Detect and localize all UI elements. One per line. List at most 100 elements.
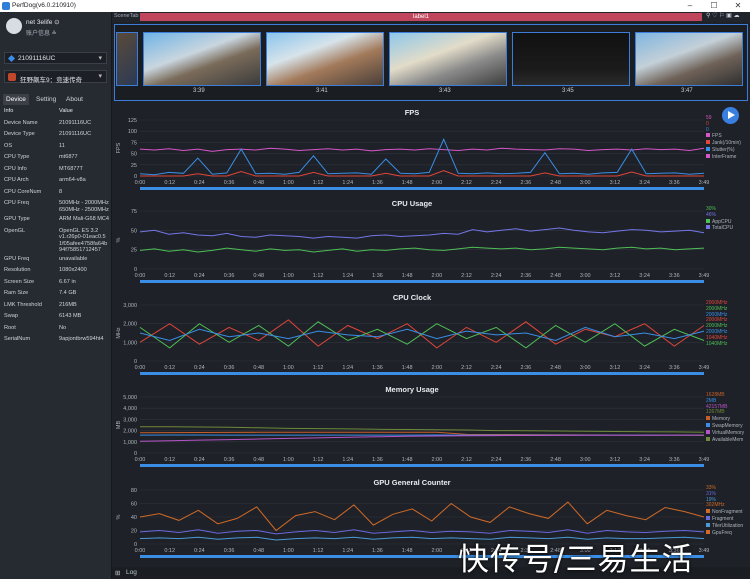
header-info: Info — [4, 108, 14, 114]
legend-item[interactable]: VirtualMemory — [706, 429, 745, 437]
row-value: ARM Mali-G68 MC4 — [59, 216, 110, 222]
table-row: CPU Arch arm64-v8a — [0, 175, 112, 187]
scene-bar: SceneTab label1 ⚲ ♡ ⚐ ▣ ☁ — [112, 12, 750, 22]
screenshot-strip[interactable]: 3:39 3:41 3:43 3:45 3:47 — [114, 24, 748, 101]
account-info-link[interactable]: 账户信息 ≗ — [26, 28, 57, 37]
screenshot-thumb[interactable] — [635, 32, 743, 86]
x-tick-label: 1:36 — [372, 273, 383, 279]
legend-item[interactable]: InterFrame — [706, 153, 741, 161]
device-select[interactable]: 21091116UC ▾ — [4, 52, 107, 64]
table-row: Device Name 21091116UC — [0, 118, 112, 130]
legend-item[interactable]: FPS — [706, 133, 741, 140]
time-range-slider[interactable] — [140, 280, 704, 283]
header-value: Value — [59, 108, 73, 114]
avatar[interactable] — [6, 18, 22, 34]
legend-item[interactable]: AppCPU — [706, 218, 733, 226]
screenshot-thumb[interactable] — [143, 32, 261, 86]
legend-swatch — [706, 422, 710, 427]
x-tick-label: 2:24 — [491, 273, 502, 279]
x-tick-label: 3:24 — [639, 457, 650, 463]
legend-item[interactable]: NonFragment — [706, 509, 743, 516]
screenshot-thumb[interactable] — [389, 32, 507, 86]
time-range-slider[interactable] — [140, 464, 704, 467]
x-tick-label: 2:12 — [461, 180, 472, 186]
legend-label: Jank(/10min) — [712, 140, 741, 147]
legend-label: VirtualMemory — [712, 429, 745, 436]
tab-device[interactable]: Device — [3, 94, 29, 105]
legend-item[interactable]: SwapMemory — [706, 422, 744, 430]
row-value: mt6877 — [59, 154, 78, 160]
x-tick-label: 0:00 — [135, 548, 146, 554]
legend-swatch — [706, 140, 710, 145]
x-tick-label: 2:36 — [521, 273, 532, 279]
row-value: 216MB — [59, 301, 77, 308]
x-tick-label: 3:12 — [610, 457, 621, 463]
legend-item[interactable]: TotalCPU — [706, 225, 733, 232]
screenshot-thumb[interactable] — [116, 32, 138, 86]
time-range-slider[interactable] — [140, 372, 704, 375]
screenshot-time: 3:39 — [193, 88, 205, 94]
x-tick-label: 1:00 — [283, 548, 294, 554]
maximize-button[interactable]: ☐ — [702, 0, 726, 12]
y-tick-label: 2,000 — [123, 429, 137, 435]
x-tick-label: 1:12 — [313, 457, 324, 463]
x-tick-label: 1:24 — [342, 548, 353, 554]
x-tick-label: 2:00 — [431, 365, 442, 371]
x-tick-label: 3:49 — [699, 365, 710, 371]
table-row: Swap 6143 MB — [0, 311, 112, 323]
x-tick-label: 1:36 — [372, 548, 383, 554]
legend-label: SwapMemory — [712, 422, 743, 429]
legend-label: Fragment — [712, 515, 734, 522]
window-title: PerfDog(v6.0.210910) — [12, 2, 76, 9]
legend-swatch — [706, 529, 710, 534]
chart-legend: 59 0 0 FPS Jank(/10min) Stutter(%) InterFrame — [706, 115, 741, 161]
row-key: Swap — [4, 313, 18, 319]
android-device-icon — [7, 54, 16, 63]
log-toggle-icon[interactable]: ⊞ — [115, 569, 120, 577]
y-tick-label: 3,000 — [123, 303, 137, 309]
x-tick-label: 0:36 — [224, 365, 235, 371]
chart-legend: 2000MHz 2000MHz 2000MHz 2000MHz 2000MHz 2000M… — [706, 300, 727, 347]
legend-swatch — [706, 515, 710, 520]
chart-legend: 1628MB 2MB 42157MB 1267MB Memory SwapMemory Vi… — [706, 392, 745, 444]
chart-svg: 0255075%0:00 0:12 0:24 0:36 0:48 1:00 1:12 1:24… — [116, 209, 709, 283]
series-line — [139, 227, 705, 239]
x-tick-label: 0:48 — [253, 457, 264, 463]
scene-toolbar-icons[interactable]: ⚲ ♡ ⚐ ▣ ☁ — [706, 12, 740, 19]
table-row: CPU Info MT6877T — [0, 164, 112, 176]
time-range-slider[interactable] — [140, 187, 704, 190]
y-axis-label: FPS — [116, 142, 122, 153]
row-value: 7.4 GB — [59, 290, 77, 296]
x-tick-label: 1:24 — [342, 365, 353, 371]
table-header: Info Value — [0, 106, 112, 118]
legend-item[interactable]: TilerUtilization — [706, 522, 743, 530]
tab-about[interactable]: About — [63, 94, 86, 105]
y-tick-label: 5,000 — [123, 395, 137, 401]
app-logo-icon — [2, 2, 10, 10]
screenshot-time: 3:43 — [439, 88, 451, 94]
screenshot-thumb[interactable] — [512, 32, 630, 86]
legend-item[interactable]: AvailableMem — [706, 436, 744, 444]
x-tick-label: 2:48 — [550, 365, 561, 371]
x-tick-label: 0:48 — [253, 548, 264, 554]
app-select[interactable]: 狂野飙车9：竞速传奇 ▾ — [4, 70, 107, 84]
x-tick-label: 0:24 — [194, 273, 205, 279]
legend-item[interactable]: Jank(/10min) — [706, 140, 741, 147]
tab-setting[interactable]: Setting — [33, 94, 59, 105]
x-tick-label: 2:00 — [431, 548, 442, 554]
x-tick-label: 2:00 — [431, 457, 442, 463]
log-label[interactable]: Log — [126, 569, 137, 576]
row-key: SerialNum — [4, 336, 31, 342]
legend-item[interactable]: Stutter(%) — [706, 146, 741, 154]
y-tick-label: 1,000 — [123, 340, 137, 346]
table-row: CPU CoreNum 8 — [0, 187, 112, 199]
legend-item[interactable]: Fragment — [706, 515, 743, 523]
legend-item[interactable]: GpuFreq — [706, 529, 743, 537]
scene-label-bar[interactable]: label1 — [140, 13, 702, 21]
y-tick-label: 75 — [131, 140, 137, 146]
legend-item[interactable]: Memory — [706, 416, 744, 423]
minimize-button[interactable]: – — [678, 0, 702, 12]
close-button[interactable]: ✕ — [726, 0, 750, 12]
screenshot-thumb[interactable] — [266, 32, 384, 86]
x-tick-label: 2:24 — [491, 457, 502, 463]
